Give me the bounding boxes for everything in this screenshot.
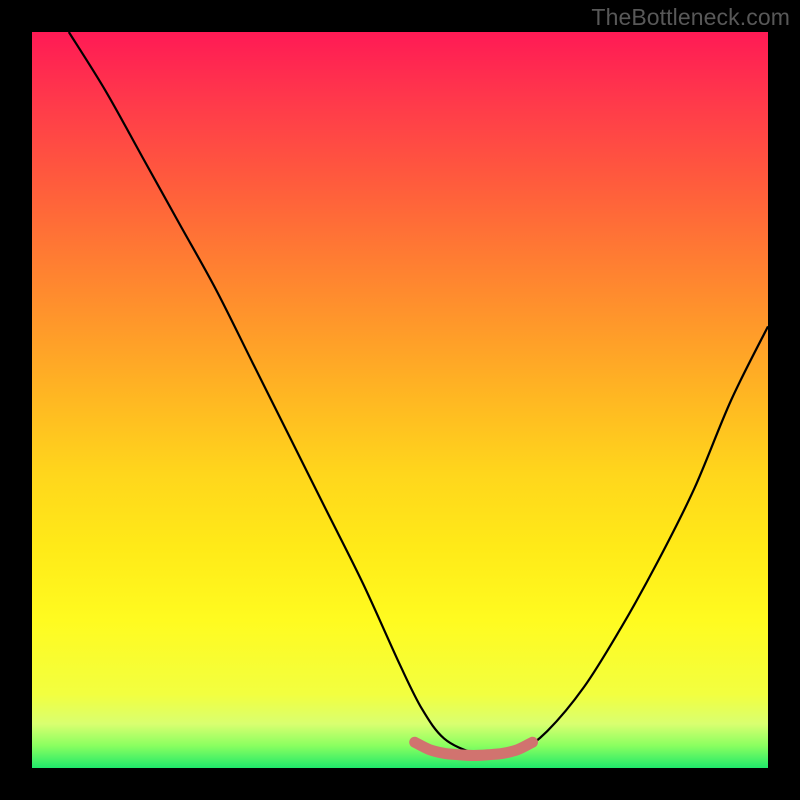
watermark-text: TheBottleneck.com [591,4,790,31]
bottom-accent-path [415,742,533,755]
chart-container: TheBottleneck.com [0,0,800,800]
chart-svg [32,32,768,768]
main-curve-path [69,32,768,757]
